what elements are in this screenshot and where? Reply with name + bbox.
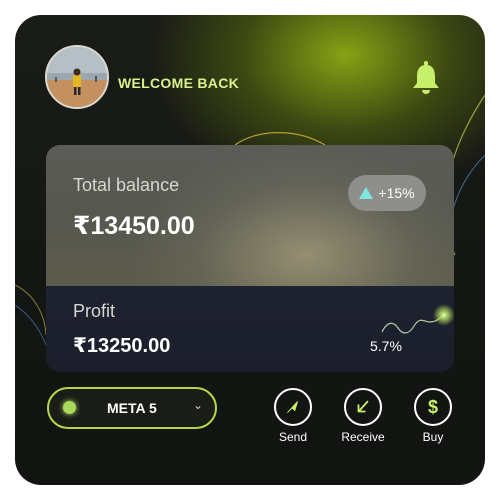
- receive-icon: [344, 388, 382, 426]
- status-dot: [63, 401, 76, 414]
- balance-card[interactable]: Total balance ₹13450.00 +15% Profit ₹132…: [46, 145, 454, 372]
- profit-percent: 5.7%: [370, 338, 402, 354]
- change-percent: +15%: [378, 185, 415, 201]
- profit-section: Profit ₹13250.00 5.7%: [46, 286, 454, 372]
- buy-label: Buy: [422, 430, 444, 444]
- send-icon: [274, 388, 312, 426]
- total-balance-label: Total balance: [73, 175, 180, 195]
- send-label: Send: [278, 430, 308, 444]
- send-button[interactable]: Send: [263, 388, 323, 444]
- user-avatar-photo: [47, 47, 107, 107]
- wallet-screen: WELCOME BACK Total balance ₹13450.00 +15…: [15, 15, 485, 485]
- change-badge: +15%: [348, 175, 426, 211]
- profit-label: Profit: [73, 301, 116, 321]
- chevron-down-icon: ⌄: [193, 398, 204, 412]
- buy-button[interactable]: $ Buy: [403, 388, 463, 444]
- receive-button[interactable]: Receive: [333, 388, 393, 444]
- avatar[interactable]: [45, 45, 109, 109]
- bell-icon[interactable]: [409, 59, 443, 95]
- total-balance-amount: ₹13450.00: [73, 212, 195, 240]
- account-name: META 5: [107, 400, 157, 416]
- profit-sparkline-icon: [381, 304, 454, 334]
- welcome-text: WELCOME BACK: [118, 75, 240, 91]
- account-selector[interactable]: META 5 ⌄: [47, 387, 217, 429]
- profit-amount: ₹13250.00: [73, 335, 171, 357]
- receive-label: Receive: [341, 430, 385, 444]
- total-balance-section: Total balance ₹13450.00 +15%: [46, 145, 454, 286]
- triangle-up-icon: [359, 187, 374, 199]
- dollar-icon: $: [414, 388, 452, 426]
